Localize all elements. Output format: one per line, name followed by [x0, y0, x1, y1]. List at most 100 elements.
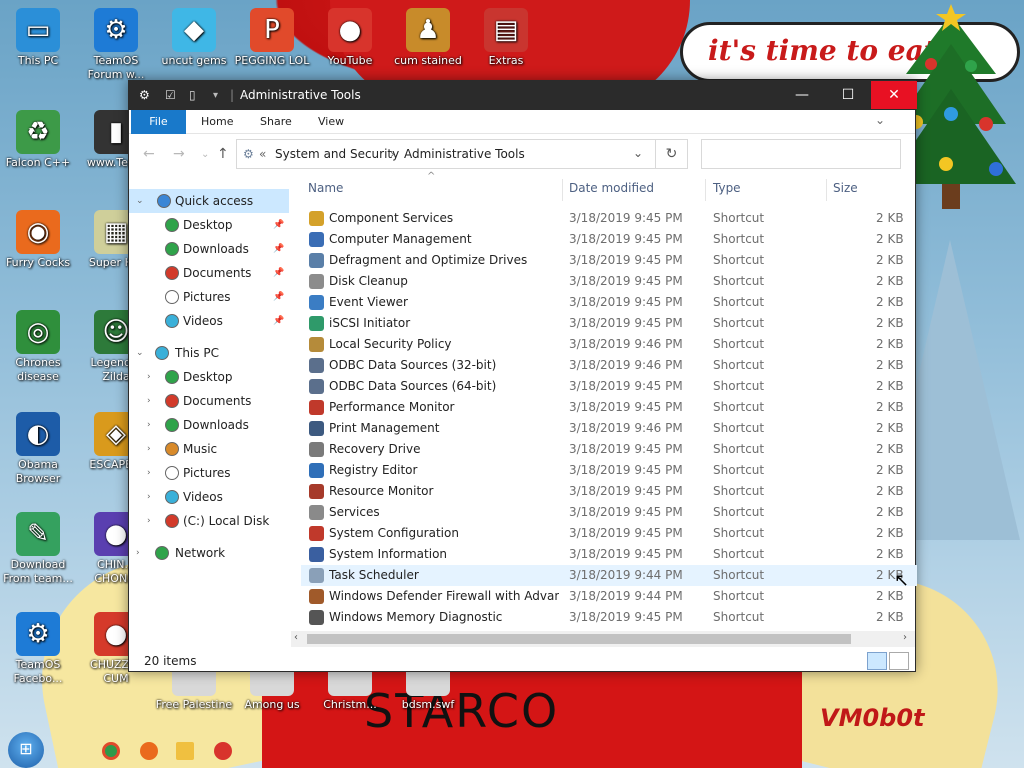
scrollbar-thumb[interactable] — [307, 634, 851, 644]
horizontal-scrollbar[interactable]: ‹ › — [291, 631, 915, 647]
desktop-icon[interactable]: ✎ Download From team... — [0, 512, 78, 586]
file-row[interactable]: Windows Defender Firewall with Advanc...… — [301, 586, 917, 607]
nav-item[interactable]: › Downloads — [129, 413, 289, 437]
desktop-icon[interactable]: ◐ Obama Browser — [0, 412, 78, 486]
tab-share[interactable]: Share — [260, 110, 292, 134]
breadcrumb-system-and-security[interactable]: System and Security — [275, 147, 399, 161]
desktop-icon[interactable]: P PEGGING LOL — [232, 8, 312, 68]
desktop-icon[interactable]: ◎ Chrones disease — [0, 310, 78, 384]
refresh-button[interactable]: ↻ — [656, 139, 688, 169]
column-divider[interactable] — [705, 179, 706, 201]
tab-home[interactable]: Home — [201, 110, 233, 134]
file-row[interactable]: System Configuration 3/18/2019 9:45 PM Sho… — [301, 523, 917, 544]
desktop-icon[interactable]: ◆ uncut gems — [154, 8, 234, 68]
column-divider[interactable] — [562, 179, 563, 201]
search-input[interactable] — [701, 139, 901, 169]
ribbon-expand-icon[interactable]: ⌄ — [875, 113, 885, 127]
file-row[interactable]: ODBC Data Sources (32-bit) 3/18/2019 9:46… — [301, 355, 917, 376]
customize-toolbar-chevron-icon[interactable]: ▾ — [213, 90, 218, 106]
collapse-chevron-icon[interactable]: ⌄ — [136, 341, 144, 365]
expand-chevron-icon[interactable]: › — [147, 389, 151, 413]
breadcrumb-administrative-tools[interactable]: Administrative Tools — [404, 147, 525, 161]
file-row[interactable]: Registry Editor 3/18/2019 9:45 PM Shortcut… — [301, 460, 917, 481]
expand-chevron-icon[interactable]: › — [147, 365, 151, 389]
file-row[interactable]: Print Management 3/18/2019 9:46 PM Shortcu… — [301, 418, 917, 439]
chrome-taskbar-icon[interactable] — [102, 742, 120, 760]
title-bar[interactable]: ⚙ ☑ ▯ ▾ | Administrative Tools — ☐ ✕ — [129, 81, 917, 110]
scroll-left-icon[interactable]: ‹ — [294, 632, 298, 643]
file-row[interactable]: Disk Cleanup 3/18/2019 9:45 PM Shortcut 2 K… — [301, 271, 917, 292]
column-header-size[interactable]: Size — [833, 181, 858, 203]
column-header-name[interactable]: Name — [308, 181, 343, 203]
desktop-icon[interactable]: ♟ cum stained — [388, 8, 468, 68]
tab-view[interactable]: View — [318, 110, 344, 134]
file-row[interactable]: Services 3/18/2019 9:45 PM Shortcut 2 KB — [301, 502, 917, 523]
address-bar[interactable]: ⚙ « System and Security › Administrative… — [236, 139, 656, 169]
start-button[interactable]: ⊞ — [8, 732, 44, 768]
expand-chevron-icon[interactable]: › — [136, 541, 140, 565]
nav-item[interactable]: Downloads 📌 — [129, 237, 289, 261]
desktop-icon[interactable]: ⚙ TeamOS Forum w... — [76, 8, 156, 82]
file-explorer-taskbar-icon[interactable] — [176, 742, 194, 760]
expand-chevron-icon[interactable]: › — [147, 437, 151, 461]
file-row[interactable]: Defragment and Optimize Drives 3/18/2019 … — [301, 250, 917, 271]
column-header-type[interactable]: Type — [713, 181, 741, 203]
nav-item[interactable]: Pictures 📌 — [129, 285, 289, 309]
maximize-button[interactable]: ☐ — [825, 81, 871, 109]
column-divider[interactable] — [826, 179, 827, 201]
file-row[interactable]: System Information 3/18/2019 9:45 PM Short… — [301, 544, 917, 565]
expand-chevron-icon[interactable]: › — [147, 485, 151, 509]
desktop-icon[interactable]: ♻ Falcon C++ — [0, 110, 78, 170]
nav-item[interactable]: ⌄ Quick access — [129, 189, 289, 213]
large-icons-view-button[interactable] — [889, 652, 909, 670]
expand-chevron-icon[interactable]: › — [147, 461, 151, 485]
file-row[interactable]: Performance Monitor 3/18/2019 9:45 PM Shor… — [301, 397, 917, 418]
file-row[interactable]: Event Viewer 3/18/2019 9:45 PM Shortcut 2 K… — [301, 292, 917, 313]
nav-item[interactable]: Documents 📌 — [129, 261, 289, 285]
file-row[interactable]: Resource Monitor 3/18/2019 9:45 PM Shortcu… — [301, 481, 917, 502]
up-arrow-icon[interactable]: ↑ — [217, 146, 229, 162]
breadcrumb-separator[interactable]: › — [390, 147, 395, 161]
file-row[interactable]: Computer Management 3/18/2019 9:45 PM Shor… — [301, 229, 917, 250]
recent-locations-chevron-icon[interactable]: ⌄ — [201, 149, 209, 160]
file-row[interactable]: Component Services 3/18/2019 9:45 PM Short… — [301, 208, 917, 229]
nav-item[interactable]: ⌄ This PC — [129, 341, 289, 365]
desktop-icon[interactable]: ● YouTube — [310, 8, 390, 68]
file-row[interactable]: ODBC Data Sources (64-bit) 3/18/2019 9:45… — [301, 376, 917, 397]
nav-item[interactable]: › Pictures — [129, 461, 289, 485]
close-button[interactable]: ✕ — [871, 81, 917, 109]
back-arrow-icon[interactable]: ← — [143, 146, 155, 162]
file-row[interactable]: Windows Memory Diagnostic 3/18/2019 9:45 … — [301, 607, 917, 628]
expand-chevron-icon[interactable]: › — [147, 413, 151, 437]
new-folder-icon[interactable]: ▯ — [189, 88, 196, 104]
scroll-right-icon[interactable]: › — [903, 632, 907, 643]
nav-item[interactable]: › Desktop — [129, 365, 289, 389]
desktop-icon[interactable]: ⚙ TeamOS Facebo... — [0, 612, 78, 686]
details-view-button[interactable] — [867, 652, 887, 670]
nav-item[interactable]: › Network — [129, 541, 289, 565]
address-dropdown-icon[interactable]: ⌄ — [633, 146, 643, 160]
nav-item[interactable]: › Videos — [129, 485, 289, 509]
file-row[interactable]: Task Scheduler 3/18/2019 9:44 PM Shortcut 2… — [301, 565, 917, 586]
app-icon[interactable]: ⚙ — [139, 88, 150, 104]
tab-file[interactable]: File — [131, 110, 186, 134]
desktop-icon[interactable]: ▭ This PC — [0, 8, 78, 68]
file-row[interactable]: iSCSI Initiator 3/18/2019 9:45 PM Shortcut… — [301, 313, 917, 334]
forward-arrow-icon[interactable]: → — [173, 146, 185, 162]
desktop-icon[interactable]: ▤ Extras — [466, 8, 546, 68]
minimize-button[interactable]: — — [779, 81, 825, 109]
nav-item[interactable]: › (C:) Local Disk — [129, 509, 289, 533]
breadcrumb-overflow[interactable]: « — [259, 147, 266, 161]
nav-item[interactable]: Videos 📌 — [129, 309, 289, 333]
firefox-taskbar-icon[interactable] — [140, 742, 158, 760]
column-header-date-modified[interactable]: Date modified — [569, 181, 654, 203]
app-taskbar-icon[interactable] — [214, 742, 232, 760]
file-row[interactable]: Recovery Drive 3/18/2019 9:45 PM Shortcut 2… — [301, 439, 917, 460]
desktop-icon[interactable]: ◉ Furry Cocks — [0, 210, 78, 270]
nav-item[interactable]: Desktop 📌 — [129, 213, 289, 237]
collapse-chevron-icon[interactable]: ⌄ — [136, 189, 144, 213]
nav-item[interactable]: › Music — [129, 437, 289, 461]
nav-item[interactable]: › Documents — [129, 389, 289, 413]
expand-chevron-icon[interactable]: › — [147, 509, 151, 533]
properties-icon[interactable]: ☑ — [165, 88, 176, 104]
